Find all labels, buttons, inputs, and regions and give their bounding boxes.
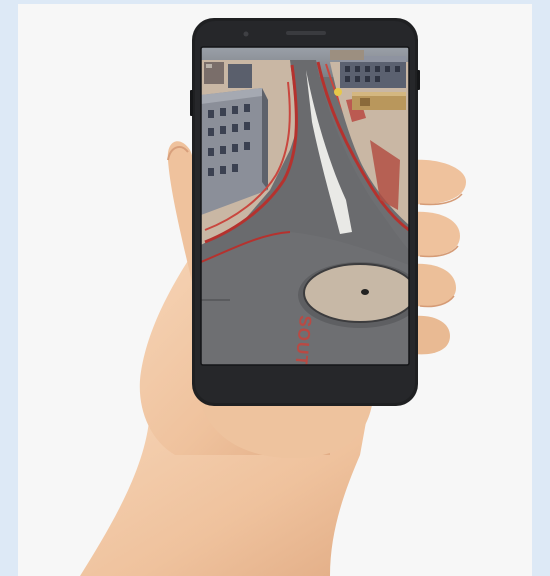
phone-screen: SOUTH [201, 47, 409, 365]
front-camera [243, 31, 249, 37]
earpiece [286, 31, 326, 35]
photo-frame: SOUTH [18, 4, 532, 576]
phone-in-hand-photo: SOUTH [80, 18, 466, 576]
roundabout [298, 262, 409, 328]
